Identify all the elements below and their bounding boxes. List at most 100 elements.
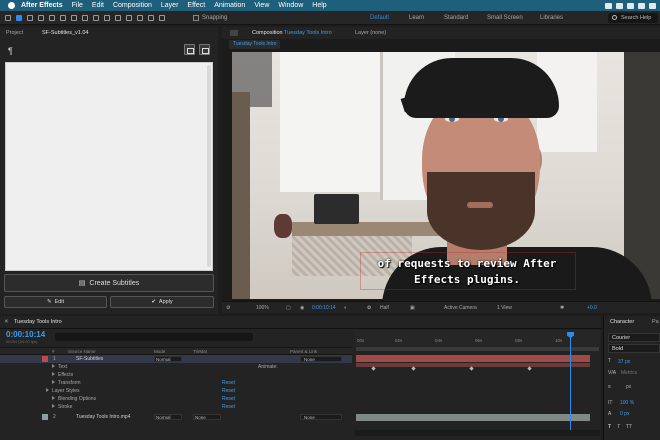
- layer-bar-video[interactable]: [356, 414, 590, 421]
- composition-navigator-tab[interactable]: Tuesday Tools Intro: [229, 40, 281, 49]
- prop-stroke[interactable]: Stroke: [52, 404, 72, 410]
- subtitle-text-area[interactable]: [5, 62, 213, 271]
- menu-window[interactable]: Window: [278, 2, 303, 9]
- layer-name[interactable]: SF-Subtitles: [76, 355, 103, 363]
- reset-transform-link[interactable]: Reset: [222, 380, 235, 386]
- export-icon[interactable]: [199, 44, 210, 55]
- expand-triangle-icon[interactable]: [52, 380, 55, 384]
- expand-triangle-icon[interactable]: [52, 396, 55, 400]
- exposure-value[interactable]: +0.0: [587, 302, 597, 314]
- tab-paragraph[interactable]: Pa: [652, 316, 659, 328]
- type-tool-icon[interactable]: [104, 14, 110, 21]
- volume-icon[interactable]: [638, 2, 645, 9]
- reset-exposure-icon[interactable]: ✱: [560, 302, 564, 314]
- region-icon[interactable]: ▣: [410, 302, 415, 314]
- layer-name[interactable]: Tuesday Tools Intro.mp4: [76, 413, 130, 421]
- playhead-line[interactable]: [570, 335, 571, 435]
- show-snapshot-icon[interactable]: ◐: [344, 302, 347, 314]
- timeline-search-input[interactable]: [55, 333, 253, 341]
- current-time-display[interactable]: 0:00:10:14: [312, 302, 336, 314]
- layer-mode-dropdown[interactable]: Normal: [154, 356, 182, 362]
- camera-dropdown[interactable]: Active Camera: [444, 302, 477, 314]
- tab-layer[interactable]: Layer (none): [355, 27, 386, 39]
- eraser-tool-icon[interactable]: [137, 14, 143, 21]
- home-icon[interactable]: [5, 14, 11, 21]
- apple-icon[interactable]: [8, 2, 15, 9]
- zoom-dropdown[interactable]: 100%: [256, 302, 269, 314]
- layer-mode-dropdown[interactable]: Normal: [154, 414, 182, 420]
- expand-triangle-icon[interactable]: [52, 404, 55, 408]
- layer-row-2[interactable]: 2 Tuesday Tools Intro.mp4 Normal None No…: [0, 413, 352, 421]
- menu-help[interactable]: Help: [312, 2, 326, 9]
- always-preview-icon[interactable]: ⚙: [226, 302, 230, 314]
- prop-effects[interactable]: Effects: [52, 372, 73, 378]
- pan-behind-tool-icon[interactable]: [71, 14, 77, 21]
- selection-tool-icon[interactable]: [16, 14, 22, 21]
- rectangle-tool-icon[interactable]: [82, 14, 88, 21]
- menu-effect[interactable]: Effect: [187, 2, 205, 9]
- parent-dropdown[interactable]: None: [300, 356, 342, 362]
- cloud-icon[interactable]: [605, 2, 612, 9]
- workspace-libraries[interactable]: Libraries: [540, 11, 563, 25]
- clone-stamp-tool-icon[interactable]: [126, 14, 132, 21]
- roto-brush-tool-icon[interactable]: [148, 14, 154, 21]
- menu-composition[interactable]: Composition: [113, 2, 152, 9]
- menu-file[interactable]: File: [72, 2, 83, 9]
- animate-label[interactable]: Animate:: [258, 364, 278, 370]
- font-family-dropdown[interactable]: Courier: [608, 333, 660, 342]
- pen-tool-icon[interactable]: [93, 14, 99, 21]
- resolution-dropdown[interactable]: Half: [380, 302, 389, 314]
- edit-button[interactable]: ✎ Edit: [4, 296, 107, 308]
- label-color-swatch[interactable]: [42, 414, 48, 420]
- lock-icon[interactable]: [230, 30, 238, 36]
- fit-icon[interactable]: ▢: [286, 302, 291, 314]
- menu-view[interactable]: View: [254, 2, 269, 9]
- vertical-scale-value[interactable]: 100 %: [620, 400, 634, 406]
- work-area-bar[interactable]: [356, 347, 599, 351]
- menu-app-name[interactable]: After Effects: [21, 2, 63, 9]
- expand-triangle-icon[interactable]: [52, 372, 55, 376]
- layer-bar-subtitles[interactable]: [356, 355, 590, 362]
- workspace-learn[interactable]: Learn: [409, 11, 424, 25]
- workspace-default[interactable]: Default: [370, 11, 389, 25]
- reset-stroke-link[interactable]: Reset: [222, 404, 235, 410]
- menu-animation[interactable]: Animation: [214, 2, 245, 9]
- tab-sf-subtitles[interactable]: SF-Subtitles_v1.04: [42, 27, 88, 39]
- puppet-pin-tool-icon[interactable]: [159, 14, 165, 21]
- channel-icon[interactable]: ✿: [367, 302, 371, 314]
- views-dropdown[interactable]: 1 View: [497, 302, 512, 314]
- tab-composition[interactable]: Composition Tuesday Tools Intro: [252, 27, 332, 39]
- reset-blending-link[interactable]: Reset: [222, 396, 235, 402]
- kerning-value[interactable]: Metrics: [621, 370, 637, 376]
- import-icon[interactable]: [184, 44, 195, 55]
- layer-row-1[interactable]: 1 SF-Subtitles Normal None: [0, 355, 352, 363]
- expand-triangle-icon[interactable]: [46, 388, 49, 392]
- parent-dropdown[interactable]: None: [300, 414, 342, 420]
- battery-icon[interactable]: [616, 2, 623, 9]
- snapshot-icon[interactable]: ◉: [300, 302, 304, 314]
- spotlight-icon[interactable]: [649, 2, 656, 9]
- tracking-value[interactable]: px: [626, 384, 631, 390]
- paragraph-icon[interactable]: ¶: [8, 46, 13, 56]
- create-subtitles-button[interactable]: ▤ Create Subtitles: [4, 274, 214, 292]
- timeline-timecode[interactable]: 0:00:10:14: [6, 330, 45, 339]
- baseline-shift-value[interactable]: 0 px: [620, 411, 629, 417]
- search-help-input[interactable]: Search Help: [608, 13, 658, 23]
- rotate-tool-icon[interactable]: [49, 14, 55, 21]
- font-style-dropdown[interactable]: Bold: [608, 344, 660, 353]
- time-ruler[interactable]: 00s 02s 04s 06s 08s 10s: [355, 330, 600, 346]
- expand-triangle-icon[interactable]: [52, 364, 55, 368]
- trkmat-dropdown[interactable]: None: [193, 414, 221, 420]
- faux-italic-icon[interactable]: T: [617, 424, 620, 430]
- timeline-zoom-slider[interactable]: [355, 430, 600, 436]
- tab-character[interactable]: Character: [610, 316, 634, 328]
- snapping-checkbox[interactable]: [193, 14, 199, 21]
- apply-button[interactable]: ✔ Apply: [110, 296, 214, 308]
- camera-tool-icon[interactable]: [60, 14, 66, 21]
- label-color-swatch[interactable]: [42, 356, 48, 362]
- menu-layer[interactable]: Layer: [161, 2, 179, 9]
- font-size-value[interactable]: 37 px: [618, 359, 630, 365]
- all-caps-icon[interactable]: TT: [626, 424, 632, 430]
- tab-project[interactable]: Project: [6, 27, 23, 39]
- hand-tool-icon[interactable]: [27, 14, 33, 21]
